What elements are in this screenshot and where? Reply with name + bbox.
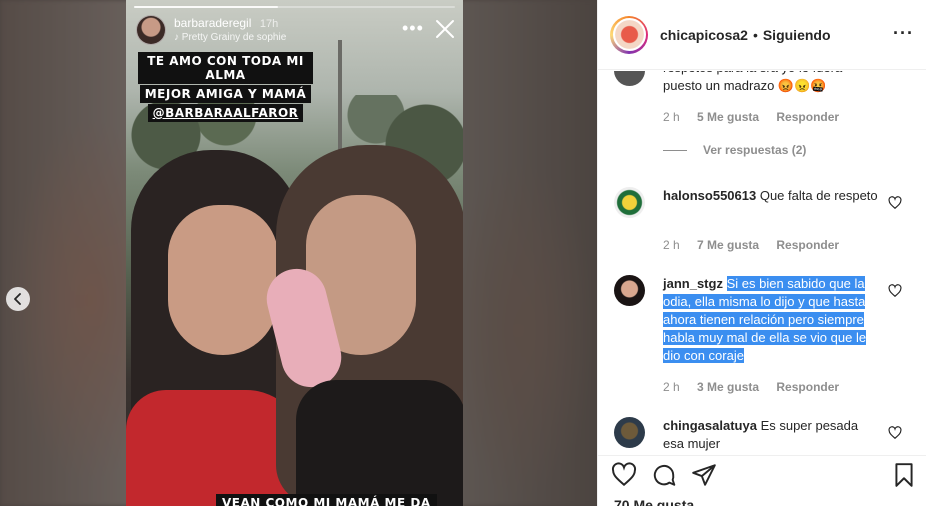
comment-text: jann_stgz Si es bien sabido que la odia,… xyxy=(663,275,878,365)
post-media: barbaraderegil 17h ♪ Pretty Grainy de so… xyxy=(0,0,597,506)
comment-username[interactable]: chingasalatuya xyxy=(663,418,757,433)
replies-divider xyxy=(663,149,687,151)
story-avatar[interactable] xyxy=(136,15,166,45)
comment-time[interactable]: 2 h xyxy=(663,238,680,252)
owner-username[interactable]: chicapicosa2 xyxy=(660,27,748,43)
header-separator: • xyxy=(752,26,758,43)
story-header: barbaraderegil 17h ♪ Pretty Grainy de so… xyxy=(136,15,286,45)
comment-avatar[interactable] xyxy=(614,275,645,306)
post-side-panel: chicapicosa2 • Siguiendo ··· respetos pa… xyxy=(597,0,926,506)
caption-line-1: TE AMO CON TODA MI ALMA xyxy=(138,52,313,84)
comment-text: respetos para la sra yo le fuera puesto … xyxy=(663,71,878,95)
story-username[interactable]: barbaraderegil xyxy=(174,16,251,30)
previous-button[interactable] xyxy=(6,287,30,311)
comment-username[interactable]: jann_stgz xyxy=(663,276,723,291)
comment-likes[interactable]: 7 Me gusta xyxy=(697,238,759,252)
view-replies-button[interactable]: Ver respuestas (2) xyxy=(663,143,806,157)
comment-avatar[interactable] xyxy=(614,417,645,448)
comment-likes[interactable]: 3 Me gusta xyxy=(697,380,759,394)
heart-outline-icon[interactable] xyxy=(611,462,637,488)
close-icon[interactable] xyxy=(433,17,457,41)
comment-text: halonso550613 Que falta de respeto xyxy=(663,187,878,205)
story-music[interactable]: ♪ Pretty Grainy de sophie xyxy=(174,31,286,44)
chevron-left-icon xyxy=(14,293,21,305)
comment-meta: 2 h 3 Me gusta Responder xyxy=(663,380,853,394)
comment-body: respetos para la sra yo le fuera puesto … xyxy=(663,71,842,93)
comment-meta: 2 h 5 Me gusta Responder xyxy=(663,110,853,124)
comment-avatar[interactable] xyxy=(614,71,645,86)
comment-avatar[interactable] xyxy=(614,187,645,218)
woman-left-face xyxy=(168,205,278,355)
more-horizontal-icon[interactable]: ··· xyxy=(893,24,914,42)
caption-line-2: MEJOR AMIGA Y MAMÁ xyxy=(139,85,312,103)
post-header: chicapicosa2 • Siguiendo ··· xyxy=(598,0,926,70)
view-replies-label[interactable]: Ver respuestas (2) xyxy=(703,143,806,157)
paper-plane-icon[interactable] xyxy=(691,462,717,488)
reply-button[interactable]: Responder xyxy=(776,238,839,252)
heart-outline-icon[interactable] xyxy=(888,284,902,298)
comments-list[interactable]: respetos para la sra yo le fuera puesto … xyxy=(598,71,926,454)
comment-body: Que falta de respeto xyxy=(759,188,878,203)
comment-meta: 2 h 7 Me gusta Responder xyxy=(663,238,853,252)
owner-avatar[interactable] xyxy=(610,15,648,54)
owner-avatar-image xyxy=(612,18,646,51)
heart-outline-icon[interactable] xyxy=(888,426,902,440)
heart-outline-icon[interactable] xyxy=(888,196,902,210)
comment-bubble-icon[interactable] xyxy=(651,462,677,488)
reply-button[interactable]: Responder xyxy=(776,110,839,124)
comment-time[interactable]: 2 h xyxy=(663,380,680,394)
story-user-info: barbaraderegil 17h ♪ Pretty Grainy de so… xyxy=(174,16,286,44)
bookmark-icon[interactable] xyxy=(891,462,917,488)
story-caption: TE AMO CON TODA MI ALMA MEJOR AMIGA Y MA… xyxy=(138,52,313,123)
comment-likes[interactable]: 5 Me gusta xyxy=(697,110,759,124)
comment-username[interactable]: halonso550613 xyxy=(663,188,756,203)
following-button[interactable]: Siguiendo xyxy=(763,27,831,43)
reply-button[interactable]: Responder xyxy=(776,380,839,394)
story-bottom-caption: VEAN COMO MI MAMÁ ME DA xyxy=(216,494,437,506)
woman-right-jacket xyxy=(296,380,463,506)
story-more-icon[interactable]: ••• xyxy=(402,18,424,39)
story-progress-bar xyxy=(134,6,455,8)
comment-text: chingasalatuya Es super pesada esa mujer xyxy=(663,417,878,453)
post-actions-bar: 70 Me gusta xyxy=(598,455,926,506)
story-time: 17h xyxy=(259,18,279,30)
caption-mention[interactable]: @BARBARAALFAROR xyxy=(147,104,304,122)
comment-time[interactable]: 2 h xyxy=(663,110,680,124)
story-progress-fill xyxy=(134,6,279,8)
story-frame[interactable]: barbaraderegil 17h ♪ Pretty Grainy de so… xyxy=(126,0,463,506)
likes-count[interactable]: 70 Me gusta xyxy=(614,497,694,506)
